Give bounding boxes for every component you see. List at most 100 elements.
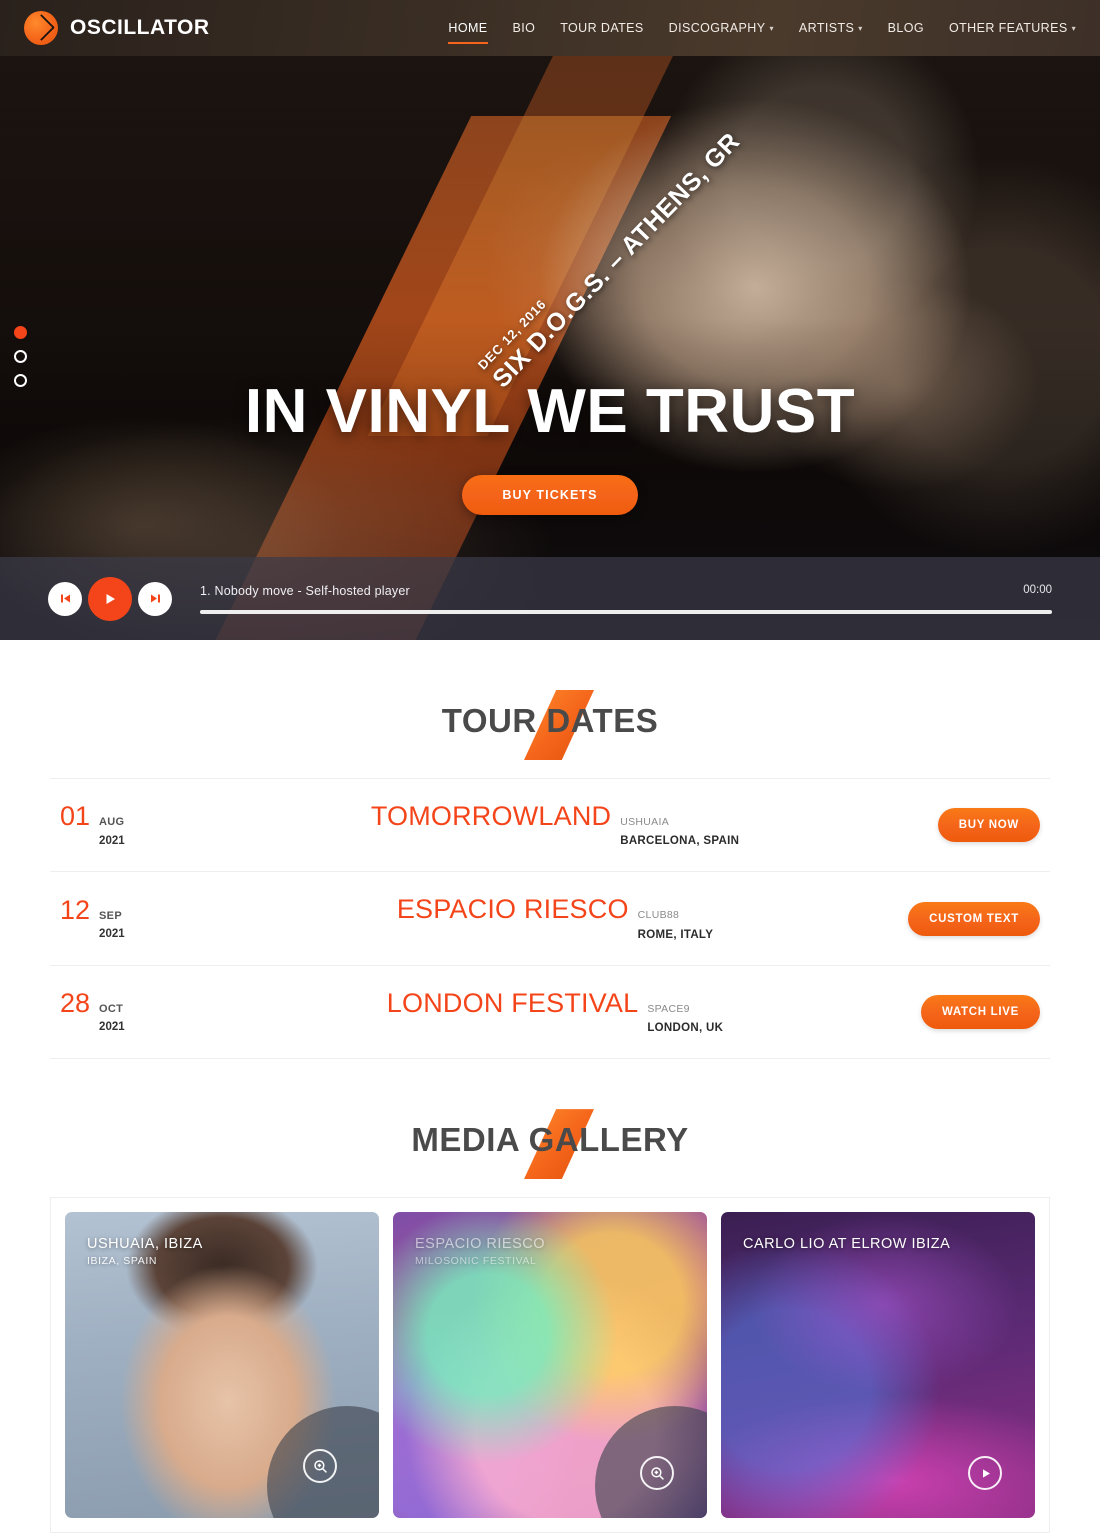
tour-month-year: AUG 2021	[99, 812, 125, 849]
media-gallery-section: MEDIA GALLERY USHUAIA, IBIZA IBIZA, SPAI…	[0, 1059, 1100, 1533]
nav-item-discography[interactable]: DISCOGRAPHY ▾	[669, 17, 774, 39]
venue-city: ROME, ITALY	[637, 928, 714, 941]
slider-dot-1[interactable]	[14, 326, 27, 339]
chevron-down-icon: ▾	[858, 23, 863, 33]
nav-item-tour-dates[interactable]: TOUR DATES	[560, 17, 643, 39]
venue-name: SPACE9	[647, 1002, 690, 1015]
venue-name: USHUAIA	[620, 816, 669, 828]
nav-label: HOME	[448, 21, 488, 35]
tour-event: LONDON FESTIVAL SPACE9 LONDON, UK	[235, 988, 875, 1036]
slider-dot-3[interactable]	[14, 374, 27, 387]
venue-city: LONDON, UK	[647, 1021, 724, 1034]
tour-year: 2021	[99, 834, 125, 847]
hero-slider-dots	[14, 326, 27, 387]
buy-now-button[interactable]: BUY NOW	[937, 808, 1040, 843]
custom-text-button[interactable]: CUSTOM TEXT	[908, 901, 1040, 936]
tour-venue: SPACE9 LONDON, UK	[647, 998, 723, 1036]
tour-month-year: OCT 2021	[99, 999, 125, 1036]
tour-date: 01 AUG 2021	[60, 801, 235, 849]
table-row[interactable]: 12 SEP 2021 ESPACIO RIESCO CLUB88 ROME, …	[50, 872, 1050, 966]
tour-action: WATCH LIVE	[875, 994, 1040, 1029]
tour-month: SEP	[99, 909, 122, 922]
site-header: OSCILLATOR HOME BIO TOUR DATES DISCOGRAP…	[0, 0, 1100, 56]
tour-day: 12	[60, 894, 91, 925]
table-row[interactable]: 28 OCT 2021 LONDON FESTIVAL SPACE9 LONDO…	[50, 966, 1050, 1060]
player-progress-bar[interactable]	[200, 609, 1052, 614]
tour-date: 12 SEP 2021	[60, 895, 235, 943]
nav-label: OTHER FEATURES	[949, 21, 1068, 35]
play-icon[interactable]	[968, 1456, 1002, 1491]
skip-forward-icon[interactable]	[138, 581, 172, 616]
tour-year: 2021	[99, 928, 125, 941]
tour-month: OCT	[99, 1003, 124, 1016]
gallery-title: ESPACIO RIESCO	[415, 1236, 546, 1253]
brand-name: OSCILLATOR	[70, 16, 210, 39]
tour-month: AUG	[99, 816, 125, 829]
list-item[interactable]: USHUAIA, IBIZA IBIZA, SPAIN	[65, 1212, 379, 1519]
tour-dates-heading: TOUR DATES	[50, 640, 1050, 778]
tour-action: BUY NOW	[875, 808, 1040, 843]
main-navigation: HOME BIO TOUR DATES DISCOGRAPHY ▾ ARTIST…	[448, 17, 1076, 44]
chevron-down-icon: ▾	[769, 23, 774, 33]
oscillator-logo-icon	[24, 11, 58, 45]
list-item[interactable]: ESPACIO RIESCO MILOSONIC FESTIVAL	[393, 1212, 707, 1519]
media-gallery-grid: USHUAIA, IBIZA IBIZA, SPAIN ESPACIO RIES…	[50, 1197, 1050, 1533]
nav-item-other-features[interactable]: OTHER FEATURES ▾	[949, 17, 1076, 39]
tour-event-name: TOMORROWLAND	[370, 801, 612, 831]
gallery-caption: ESPACIO RIESCO MILOSONIC FESTIVAL	[415, 1236, 545, 1267]
hero-content: IN VINYL WE TRUST BUY TICKETS	[0, 381, 1100, 515]
player-track-title: 1. Nobody move - Self-hosted player	[200, 583, 410, 598]
tour-dates-list: 01 AUG 2021 TOMORROWLAND USHUAIA BARCELO…	[50, 778, 1050, 1060]
venue-city: BARCELONA, SPAIN	[620, 835, 740, 848]
gallery-caption: CARLO LIO AT ELROW IBIZA	[743, 1236, 950, 1255]
tour-venue: USHUAIA BARCELONA, SPAIN	[620, 811, 739, 849]
player-body: 1. Nobody move - Self-hosted player 00:0…	[200, 584, 1052, 614]
nav-label: BIO	[512, 21, 536, 35]
skip-back-icon[interactable]	[48, 581, 82, 616]
hero-title: IN VINYL WE TRUST	[244, 377, 856, 446]
buy-tickets-button[interactable]: BUY TICKETS	[462, 475, 638, 515]
section-title: MEDIA GALLERY	[411, 1121, 689, 1159]
magnify-icon[interactable]	[640, 1456, 674, 1491]
nav-item-blog[interactable]: BLOG	[888, 17, 924, 39]
tour-day: 01	[60, 801, 91, 832]
tour-venue: CLUB88 ROME, ITALY	[638, 904, 714, 942]
list-item[interactable]: CARLO LIO AT ELROW IBIZA	[721, 1212, 1035, 1519]
tour-date: 28 OCT 2021	[60, 988, 235, 1036]
venue-name: CLUB88	[637, 909, 680, 922]
tour-dates-section: TOUR DATES 01 AUG 2021 TOMORROWLAND USHU…	[0, 640, 1100, 1060]
hero-slider: DEC 12, 2016 SIX D.O.G.S. – ATHENS, GR I…	[0, 56, 1100, 640]
nav-label: ARTISTS	[798, 21, 855, 35]
gallery-title: USHUAIA, IBIZA	[87, 1236, 203, 1253]
nav-item-artists[interactable]: ARTISTS ▾	[799, 17, 863, 39]
gallery-title: CARLO LIO AT ELROW IBIZA	[743, 1236, 951, 1253]
chevron-down-icon: ▾	[1071, 23, 1076, 33]
watch-live-button[interactable]: WATCH LIVE	[920, 994, 1040, 1029]
tour-event: ESPACIO RIESCO CLUB88 ROME, ITALY	[235, 894, 875, 942]
tour-month-year: SEP 2021	[99, 906, 125, 943]
brand-logo[interactable]: OSCILLATOR	[24, 11, 210, 45]
tour-event-name: LONDON FESTIVAL	[386, 987, 639, 1018]
audio-player: 1. Nobody move - Self-hosted player 00:0…	[0, 557, 1100, 640]
nav-item-home[interactable]: HOME	[448, 17, 488, 44]
nav-label: TOUR DATES	[560, 21, 644, 35]
media-gallery-heading: MEDIA GALLERY	[50, 1059, 1050, 1197]
nav-item-bio[interactable]: BIO	[513, 17, 536, 39]
player-controls	[48, 576, 172, 621]
tour-action: CUSTOM TEXT	[875, 901, 1040, 936]
magnify-icon[interactable]	[303, 1449, 337, 1484]
gallery-subtitle: IBIZA, SPAIN	[87, 1255, 158, 1268]
nav-label: DISCOGRAPHY	[668, 21, 766, 35]
slider-dot-2[interactable]	[14, 350, 27, 363]
tour-event: TOMORROWLAND USHUAIA BARCELONA, SPAIN	[235, 801, 875, 849]
nav-label: BLOG	[887, 21, 924, 35]
tour-event-name: ESPACIO RIESCO	[396, 894, 629, 925]
tour-year: 2021	[99, 1021, 125, 1034]
gallery-subtitle: MILOSONIC FESTIVAL	[415, 1255, 537, 1268]
tour-day: 28	[60, 988, 91, 1019]
play-icon[interactable]	[88, 576, 132, 621]
gallery-caption: USHUAIA, IBIZA IBIZA, SPAIN	[87, 1236, 203, 1267]
table-row[interactable]: 01 AUG 2021 TOMORROWLAND USHUAIA BARCELO…	[50, 779, 1050, 873]
player-time: 00:00	[1023, 583, 1052, 596]
section-title: TOUR DATES	[441, 702, 659, 739]
